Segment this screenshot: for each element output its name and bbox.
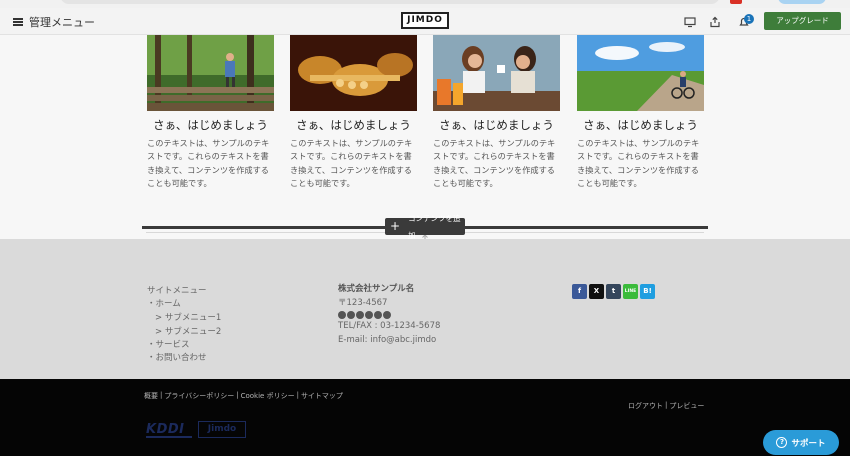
plus-icon: + — [390, 219, 401, 233]
preview-link[interactable]: プレビュー — [669, 401, 704, 411]
forest-stairs-photo[interactable] — [147, 35, 274, 111]
content-card[interactable]: さぁ、はじめましょう このテキストは、サンプルのテキストです。これらのテキストを… — [290, 35, 417, 191]
site-footer: サイトメニュー ・ホーム > サブメニュー1 > サブメニュー2 ・サービス ・… — [0, 239, 850, 379]
content-card[interactable]: さぁ、はじめましょう このテキストは、サンプルのテキストです。これらのテキストを… — [147, 35, 274, 191]
bottom-bar: 概要 | プライバシーポリシー | Cookie ポリシー | サイトマップ ロ… — [0, 379, 850, 456]
kddi-logo: KDDI — [146, 422, 185, 437]
footer-nav-submenu1[interactable]: > サブメニュー1 — [155, 311, 221, 323]
cycling-road-photo[interactable] — [577, 35, 704, 111]
content-card[interactable]: さぁ、はじめましょう このテキストは、サンプルのテキストです。これらのテキストを… — [577, 35, 704, 191]
content-card[interactable]: さぁ、はじめましょう このテキストは、サンプルのテキストです。これらのテキストを… — [433, 35, 560, 191]
email[interactable]: E-mail: info@abc.jimdo — [338, 334, 440, 348]
card-title: さぁ、はじめましょう — [439, 118, 554, 132]
support-label: サポート — [791, 438, 826, 449]
social-share-buttons: f X t LINE B! — [572, 284, 655, 299]
tumblr-icon[interactable]: t — [606, 284, 621, 299]
legal-links: 概要 | プライバシーポリシー | Cookie ポリシー | サイトマップ — [144, 391, 343, 401]
footer-nav-contact[interactable]: ・お問い合わせ — [147, 351, 207, 363]
privacy-link[interactable]: プライバシーポリシー — [164, 391, 234, 401]
browser-chrome — [0, 0, 850, 8]
desktop-preview-icon[interactable] — [683, 14, 697, 28]
card-body: このテキストは、サンプルのテキストです。これらのテキストを書き換えて、コンテンツ… — [577, 138, 700, 189]
support-button[interactable]: ? サポート — [763, 430, 839, 455]
help-icon: ? — [776, 437, 788, 448]
logout-link[interactable]: ログアウト — [628, 401, 663, 411]
footer-nav-service[interactable]: ・サービス — [147, 338, 190, 350]
separator: | — [665, 401, 668, 409]
about-link[interactable]: 概要 — [144, 391, 158, 401]
separator: | — [160, 391, 163, 399]
card-title: さぁ、はじめましょう — [153, 118, 268, 132]
admin-menu-label: 管理メニュー — [29, 16, 95, 29]
hatena-icon[interactable]: B! — [640, 284, 655, 299]
footer-nav-home[interactable]: ・ホーム — [147, 297, 181, 309]
admin-menu-button[interactable]: 管理メニュー — [13, 14, 95, 30]
sitemap-link[interactable]: サイトマップ — [301, 391, 343, 401]
kddi-logo-underline — [146, 436, 192, 438]
brass-instruments-photo[interactable] — [290, 35, 417, 111]
card-title: さぁ、はじめましょう — [583, 118, 698, 132]
masked-address — [338, 311, 440, 320]
add-content-button[interactable]: + コンテンツを追加 — [385, 214, 465, 240]
profile-button[interactable] — [778, 0, 826, 4]
content-area: さぁ、はじめましょう このテキストは、サンプルのテキストです。これらのテキストを… — [0, 35, 850, 246]
tel-fax: TEL/FAX : 03-1234-5678 — [338, 321, 441, 332]
footer-nav-submenu2[interactable]: > サブメニュー2 — [155, 325, 221, 337]
card-body: このテキストは、サンプルのテキストです。これらのテキストを書き換えて、コンテンツ… — [433, 138, 556, 189]
card-body: このテキストは、サンプルのテキストです。これらのテキストを書き換えて、コンテンツ… — [290, 138, 413, 189]
postal-code: 〒123-4567 — [338, 297, 388, 308]
admin-bar: 管理メニュー JIMDO 1 アップグレード — [0, 8, 850, 35]
jimdo-footer-logo: Jimdo — [198, 421, 246, 438]
separator: | — [296, 391, 299, 399]
site-menu-heading: サイトメニュー — [147, 286, 207, 296]
address-bar[interactable] — [60, 0, 720, 4]
card-title: さぁ、はじめましょう — [296, 118, 411, 132]
share-icon[interactable] — [708, 14, 722, 28]
company-info: 株式会社サンプル名 〒123-4567 TEL/FAX : 03-1234-56… — [338, 283, 440, 347]
hamburger-icon — [13, 18, 23, 26]
upgrade-button[interactable]: アップグレード — [764, 12, 841, 30]
account-links: ログアウト | プレビュー — [628, 401, 704, 411]
card-body: このテキストは、サンプルのテキストです。これらのテキストを書き換えて、コンテンツ… — [147, 138, 270, 189]
line-icon[interactable]: LINE — [623, 284, 638, 299]
facebook-icon[interactable]: f — [572, 284, 587, 299]
company-name: 株式会社サンプル名 — [338, 284, 415, 294]
cookie-link[interactable]: Cookie ポリシー — [241, 391, 295, 401]
cafe-friends-photo[interactable] — [433, 35, 560, 111]
notification-badge: 1 — [744, 14, 754, 24]
extension-icon[interactable] — [730, 0, 742, 4]
separator: | — [236, 391, 239, 399]
x-icon[interactable]: X — [589, 284, 604, 299]
jimdo-logo[interactable]: JIMDO — [401, 12, 449, 29]
